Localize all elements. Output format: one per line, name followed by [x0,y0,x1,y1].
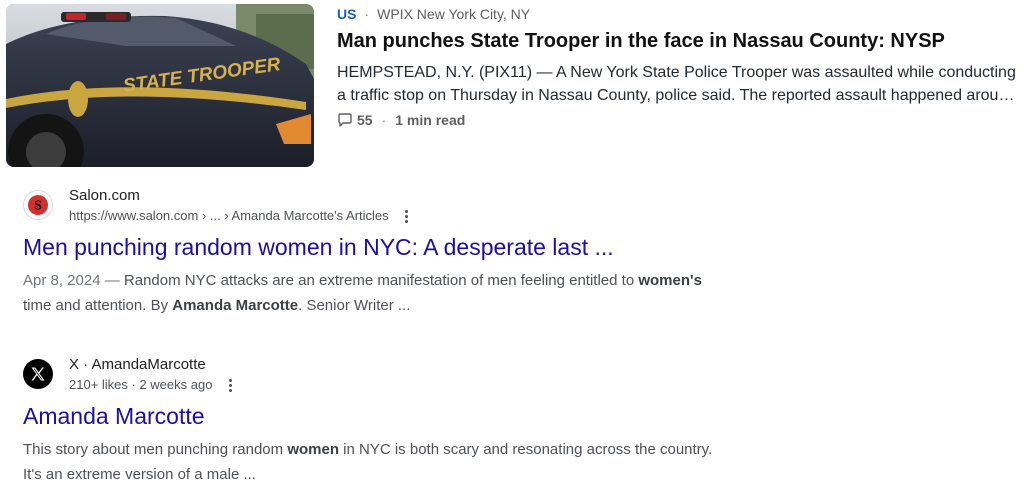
snippet-text: Random NYC attacks are an extreme manife… [123,272,639,289]
snippet-text: time and attention. By [23,297,173,314]
search-result-salon: S Salon.com https://www.salon.com › ... … [23,186,743,318]
news-stats: 55 · 1 min read [337,111,465,129]
stats-separator: · [381,112,387,128]
result-title-link[interactable]: Amanda Marcotte [23,401,743,431]
post-stats: 210+ likes · 2 weeks ago [69,376,238,394]
x-logo-icon [23,359,53,389]
snippet-highlight: women [287,441,339,458]
more-options-icon[interactable] [399,207,415,225]
read-time: 1 min read [395,112,466,128]
news-source: WPIX New York City, NY [377,6,531,22]
news-meta: US · WPIX New York City, NY [337,5,530,23]
comment-count[interactable]: 55 [357,111,373,129]
result-header[interactable]: S Salon.com https://www.salon.com › ... … [23,186,743,226]
svg-text:S: S [34,199,42,214]
news-category[interactable]: US [337,6,356,22]
news-card[interactable]: STATE TROOPER US · WPIX New York City, NY … [0,0,1024,170]
meta-separator: · [364,6,370,22]
comment-icon[interactable] [337,112,353,128]
search-result-x: X · AmandaMarcotte 210+ likes · 2 weeks … [23,355,743,487]
news-thumbnail[interactable]: STATE TROOPER [6,4,314,167]
news-title-link[interactable]: Man punches State Trooper in the face in… [337,28,1017,54]
snippet-date: Apr 8, 2024 — [23,272,124,289]
salon-logo-icon: S [23,190,53,220]
site-name: Salon.com [69,187,140,204]
result-title-link[interactable]: Men punching random women in NYC: A desp… [23,232,743,262]
result-snippet: This story about men punching random wom… [23,437,723,487]
result-snippet: Apr 8, 2024 — Random NYC attacks are an … [23,268,723,318]
url-text: https://www.salon.com › ... › Amanda Mar… [69,208,389,223]
snippet-text: This story about men punching random [23,441,288,458]
snippet-highlight: Amanda Marcotte [172,297,299,314]
news-snippet: HEMPSTEAD, N.Y. (PIX11) — A New York Sta… [337,64,1016,104]
likes-and-age: 210+ likes · 2 weeks ago [69,377,213,392]
site-name: X · AmandaMarcotte [69,356,206,373]
more-options-icon[interactable] [222,376,238,394]
police-car-photo-icon: STATE TROOPER [6,4,314,167]
result-header[interactable]: X · AmandaMarcotte 210+ likes · 2 weeks … [23,355,743,395]
search-results-page: STATE TROOPER US · WPIX New York City, NY … [0,0,1024,488]
site-url-breadcrumb: https://www.salon.com › ... › Amanda Mar… [69,207,415,225]
snippet-highlight: women's [638,272,702,289]
snippet-text: . Senior Writer ... [298,297,411,314]
